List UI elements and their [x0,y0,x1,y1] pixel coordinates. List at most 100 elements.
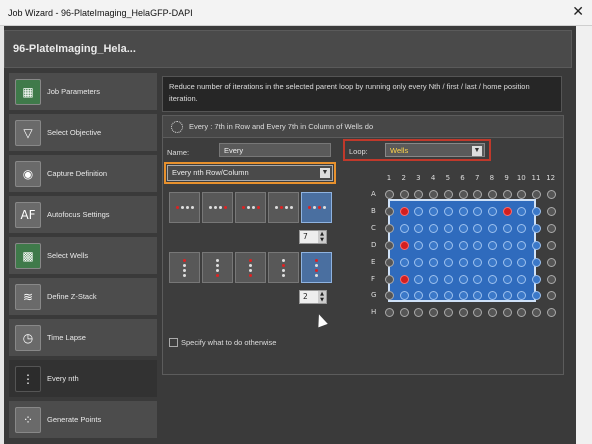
plate-column-header[interactable]: 12 [545,174,557,182]
plate-well[interactable] [517,190,527,199]
plate-well[interactable] [414,274,424,284]
pattern-row-button-3[interactable] [235,192,266,223]
plate-well[interactable] [502,257,512,267]
row-n-stepper[interactable]: 7 ▲ ▼ [299,230,327,244]
plate-column-header[interactable]: 3 [412,174,424,182]
sidebar-item-generate-points[interactable]: ⁘ Generate Points [8,400,158,439]
plate-well[interactable] [429,190,439,199]
plate-well[interactable] [473,308,483,318]
plate-well[interactable] [429,206,439,216]
plate-well[interactable] [546,240,556,250]
plate-row-header[interactable]: C [371,224,376,232]
plate-row-header[interactable]: G [371,291,376,299]
plate-well[interactable] [458,274,468,284]
plate-row-header[interactable]: H [371,308,376,316]
pattern-row-button-1[interactable] [169,192,200,223]
plate-well[interactable] [399,206,409,216]
plate-well[interactable] [414,308,424,318]
plate-well[interactable] [487,240,497,250]
sidebar-item-select-objective[interactable]: ▽ Select Objective [8,113,158,152]
plate-column-header[interactable]: 5 [442,174,454,182]
plate-well[interactable] [429,274,439,284]
plate-well[interactable] [399,308,409,318]
plate-column-header[interactable]: 10 [515,174,527,182]
plate-well[interactable] [546,257,556,267]
col-n-stepper[interactable]: 2 ▲ ▼ [299,290,327,304]
plate-well[interactable] [443,257,453,267]
plate-well[interactable] [458,190,468,199]
plate-column-header[interactable]: 9 [501,174,513,182]
plate-well[interactable] [546,190,556,199]
plate-well[interactable] [502,308,512,318]
plate-well[interactable] [443,240,453,250]
plate-well[interactable] [399,257,409,267]
plate-row-header[interactable]: F [371,275,375,283]
plate-well[interactable] [546,308,556,318]
plate-column-header[interactable]: 1 [383,174,395,182]
plate-well[interactable] [532,240,541,250]
plate-row-header[interactable]: A [371,190,376,198]
sidebar-item-capture-definition[interactable]: ◉ Capture Definition [8,154,158,193]
pattern-col-button-1[interactable] [169,252,200,283]
sidebar-item-job-parameters[interactable]: ▦ Job Parameters [8,72,158,111]
pattern-col-button-nth[interactable] [301,252,332,283]
sidebar-item-define-z-stack[interactable]: ≋ Define Z-Stack [8,277,158,316]
plate-well[interactable] [502,274,512,284]
plate-row-header[interactable]: B [371,207,376,215]
plate-well[interactable] [429,308,439,318]
plate-well[interactable] [532,308,541,318]
plate-well[interactable] [385,190,394,199]
plate-well[interactable] [473,274,483,284]
plate-well[interactable] [487,274,497,284]
pattern-row-button-nth[interactable] [301,192,332,223]
plate-well[interactable] [532,257,541,267]
pattern-row-button-4[interactable] [268,192,299,223]
plate-row-header[interactable]: D [371,241,376,249]
mode-dropdown[interactable]: Every nth Row/Column ▼ [167,165,333,181]
plate-well[interactable] [487,308,497,318]
plate-column-header[interactable]: 4 [427,174,439,182]
plate-well[interactable] [414,190,424,199]
plate-well[interactable] [443,223,453,233]
plate-well[interactable] [546,291,556,301]
plate-well[interactable] [399,223,409,233]
plate-well[interactable] [414,257,424,267]
plate-well[interactable] [517,274,527,284]
sidebar-item-every-nth[interactable]: ⋮ Every nth [8,359,158,398]
plate-column-header[interactable]: 8 [486,174,498,182]
plate-well[interactable] [385,257,394,267]
pattern-row-button-2[interactable] [202,192,233,223]
specify-otherwise-checkbox[interactable] [169,338,178,347]
loop-dropdown[interactable]: Wells ▼ [385,143,485,157]
plate-well[interactable] [385,308,394,318]
plate-well[interactable] [473,223,483,233]
plate-well[interactable] [443,190,453,199]
plate-well[interactable] [458,206,468,216]
plate-well[interactable] [532,223,541,233]
plate-column-header[interactable]: 2 [398,174,410,182]
plate-well[interactable] [385,223,394,233]
plate-column-header[interactable]: 11 [530,174,542,182]
plate-well[interactable] [532,291,541,301]
plate-well[interactable] [487,223,497,233]
plate-well[interactable] [473,240,483,250]
sidebar-item-time-lapse[interactable]: ◷ Time Lapse [8,318,158,357]
plate-well[interactable] [443,274,453,284]
plate-well[interactable] [385,240,394,250]
plate-well[interactable] [546,206,556,216]
plate-well[interactable] [429,223,439,233]
plate-well[interactable] [385,274,394,284]
plate-well[interactable] [429,240,439,250]
plate-well[interactable] [473,257,483,267]
plate-well[interactable] [443,308,453,318]
plate-well[interactable] [532,206,541,216]
plate-well[interactable] [502,223,512,233]
plate-well[interactable] [546,223,556,233]
plate-well[interactable] [458,308,468,318]
plate-well[interactable] [532,190,541,199]
plate-well[interactable] [399,240,409,250]
plate-row-header[interactable]: E [371,258,375,266]
plate-well[interactable] [399,190,409,199]
plate-well[interactable] [473,190,483,199]
pattern-col-button-2[interactable] [202,252,233,283]
